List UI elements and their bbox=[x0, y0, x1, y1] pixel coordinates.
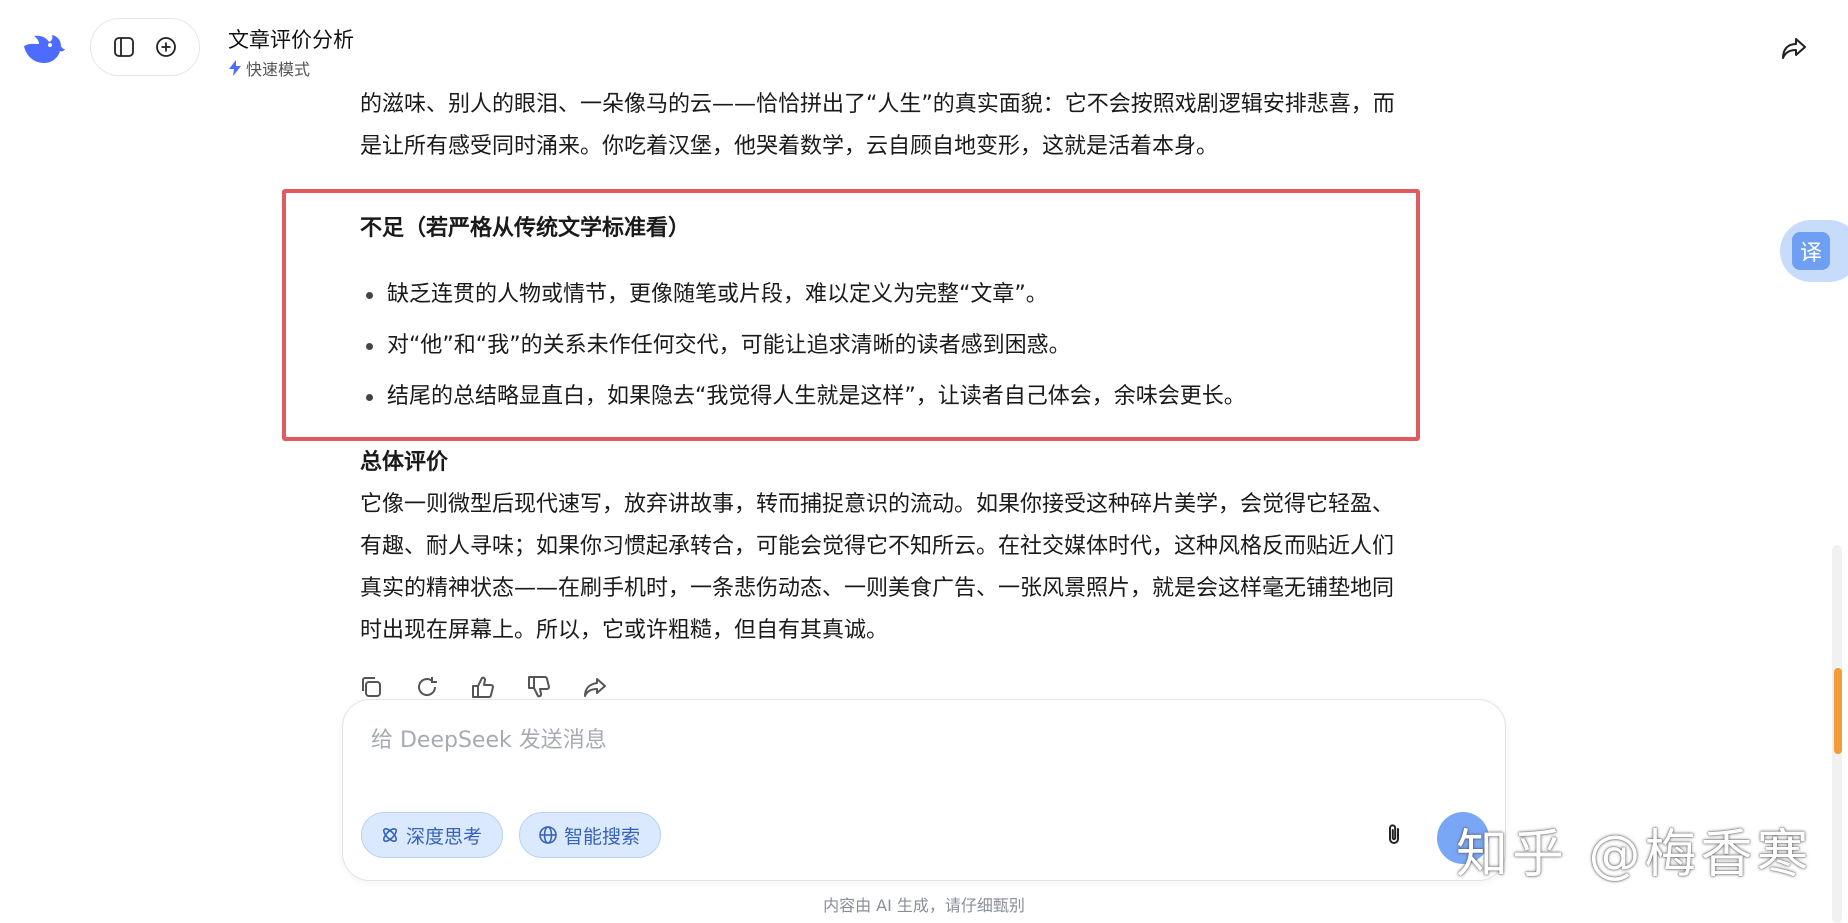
message-composer[interactable]: 给 DeepSeek 发送消息 深度思考 智能搜索 bbox=[342, 699, 1506, 881]
overall-line: 时出现在屏幕上。所以，它或许粗糙，但自有其真诚。 bbox=[360, 618, 889, 643]
list-item: 对“他”和“我”的关系未作任何交代，可能让追求清晰的读者感到困惑。 bbox=[360, 325, 1246, 376]
translate-icon: 译 bbox=[1792, 232, 1830, 270]
list-item: 结尾的总结略显直白，如果隐去“我觉得人生就是这样”，让读者自己体会，余味会更长。 bbox=[360, 376, 1246, 427]
shortcomings-heading: 不足（若严格从传统文学标准看） bbox=[360, 216, 691, 241]
bullet-icon bbox=[366, 394, 373, 401]
chat-title-area: 文章评价分析 快速模式 bbox=[228, 26, 354, 80]
watermark: 知乎 @梅香寒 bbox=[1456, 825, 1813, 885]
thumbs-down-icon[interactable] bbox=[526, 674, 552, 698]
chat-title[interactable]: 文章评价分析 bbox=[228, 26, 354, 54]
bullet-icon bbox=[366, 292, 373, 299]
lightning-icon bbox=[229, 60, 241, 76]
regenerate-icon[interactable] bbox=[414, 674, 440, 698]
overall-heading: 总体评价 bbox=[360, 450, 449, 475]
message-actions bbox=[358, 674, 608, 698]
new-chat-icon[interactable] bbox=[152, 33, 180, 61]
translate-button[interactable]: 译 bbox=[1780, 220, 1848, 282]
mode-indicator: 快速模式 bbox=[228, 56, 354, 80]
overall-paragraph: 它像一则微型后现代速写，放弃讲故事，转而捕捉意识的流动。如果你接受这种碎片美学，… bbox=[360, 484, 1490, 652]
deep-think-label: 深度思考 bbox=[406, 825, 483, 848]
message-content: 的滋味、别人的眼泪、一朵像马的云——恰恰拼出了“人生”的真实面貌：它不会按照戏剧… bbox=[360, 84, 1490, 168]
list-item-text: 对“他”和“我”的关系未作任何交代，可能让追求清晰的读者感到困惑。 bbox=[387, 333, 1071, 358]
globe-icon bbox=[539, 826, 557, 844]
atom-icon bbox=[383, 828, 397, 842]
list-item-text: 缺乏连贯的人物或情节，更像随笔或片段，难以定义为完整“文章”。 bbox=[387, 282, 1048, 307]
list-item-text: 结尾的总结略显直白，如果隐去“我觉得人生就是这样”，让读者自己体会，余味会更长。 bbox=[387, 384, 1246, 409]
mode-label: 快速模式 bbox=[246, 60, 311, 79]
shortcomings-list: 缺乏连贯的人物或情节，更像随笔或片段，难以定义为完整“文章”。 对“他”和“我”… bbox=[360, 274, 1246, 427]
message-input[interactable]: 给 DeepSeek 发送消息 bbox=[371, 722, 607, 754]
overall-line: 真实的精神状态——在刷手机时，一条悲伤动态、一则美食广告、一张风景照片，就是会这… bbox=[360, 576, 1395, 601]
intro-line: 的滋味、别人的眼泪、一朵像马的云——恰恰拼出了“人生”的真实面貌：它不会按照戏剧… bbox=[360, 92, 1395, 117]
overall-line: 有趣、耐人寻味；如果你习惯起承转合，可能会觉得它不知所云。在社交媒体时代，这种风… bbox=[360, 534, 1395, 559]
intro-line: 是让所有感受同时涌来。你吃着汉堡，他哭着数学，云自顾自地变形，这就是活着本身。 bbox=[360, 134, 1219, 159]
list-item: 缺乏连贯的人物或情节，更像随笔或片段，难以定义为完整“文章”。 bbox=[360, 274, 1246, 325]
share-message-icon[interactable] bbox=[582, 674, 608, 698]
bullet-icon bbox=[366, 343, 373, 350]
copy-icon[interactable] bbox=[358, 674, 384, 698]
sidebar-toolbar bbox=[90, 18, 200, 76]
thumbs-up-icon[interactable] bbox=[470, 674, 496, 698]
share-icon[interactable] bbox=[1780, 34, 1808, 62]
scrollbar-thumb[interactable] bbox=[1834, 668, 1842, 754]
smart-search-label: 智能搜索 bbox=[564, 825, 641, 848]
paperclip-icon[interactable] bbox=[1381, 822, 1407, 848]
ai-disclaimer: 内容由 AI 生成，请仔细甄别 bbox=[823, 896, 1025, 915]
smart-search-button[interactable]: 智能搜索 bbox=[519, 812, 661, 858]
deepseek-logo-icon[interactable] bbox=[20, 28, 66, 68]
deep-think-button[interactable]: 深度思考 bbox=[361, 812, 503, 858]
sidebar-toggle-icon[interactable] bbox=[110, 33, 138, 61]
overall-line: 它像一则微型后现代速写，放弃讲故事，转而捕捉意识的流动。如果你接受这种碎片美学，… bbox=[360, 492, 1395, 517]
